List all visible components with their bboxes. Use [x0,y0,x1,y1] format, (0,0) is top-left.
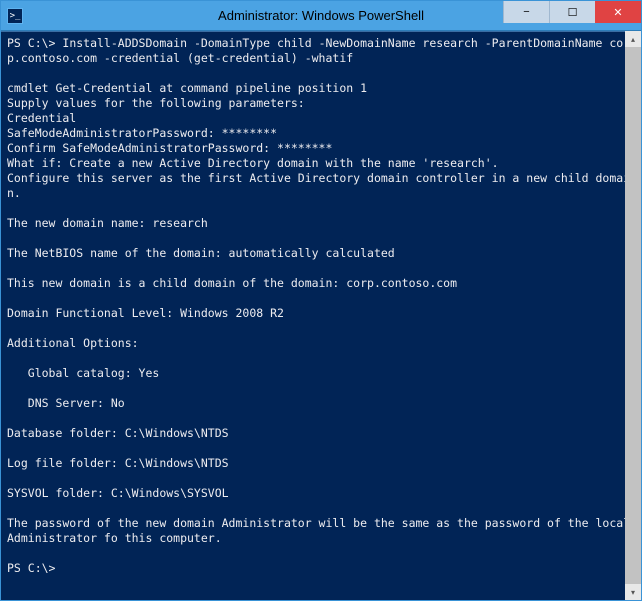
output-line: Domain Functional Level: Windows 2008 R2 [7,306,284,320]
prompt: PS C:\> [7,561,55,575]
output-line: Confirm SafeModeAdministratorPassword: *… [7,141,332,155]
output-line: cmdlet Get-Credential at command pipelin… [7,81,367,95]
output-line: The password of the new domain Administr… [7,516,637,545]
output-line: The NetBIOS name of the domain: automati… [7,246,395,260]
output-line: SafeModeAdministratorPassword: ******** [7,126,277,140]
output-line: The new domain name: research [7,216,208,230]
window-controls: − ☐ ✕ [503,1,641,23]
powershell-icon: >_ [7,8,23,24]
powershell-window: >_ Administrator: Windows PowerShell − ☐… [0,0,642,601]
ps-icon-glyph: >_ [10,11,21,21]
close-button[interactable]: ✕ [595,1,641,23]
maximize-icon: ☐ [568,6,578,19]
scrollbar-track[interactable] [625,47,641,584]
output-line: Additional Options: [7,336,139,350]
chevron-down-icon: ▾ [631,588,635,597]
prompt: PS C:\> [7,36,62,50]
terminal-area[interactable]: PS C:\> Install-ADDSDomain -DomainType c… [1,31,641,600]
output-line: Log file folder: C:\Windows\NTDS [7,456,229,470]
terminal-wrap: PS C:\> Install-ADDSDomain -DomainType c… [1,31,641,600]
vertical-scrollbar[interactable]: ▴ ▾ [625,31,641,600]
output-line: This new domain is a child domain of the… [7,276,457,290]
minimize-button[interactable]: − [503,1,549,23]
close-icon: ✕ [613,6,622,19]
command-text: Install-ADDSDomain -DomainType child -Ne… [7,36,630,65]
output-line: Global catalog: Yes [7,366,159,380]
chevron-up-icon: ▴ [631,35,635,44]
output-line: Supply values for the following paramete… [7,96,305,110]
minimize-icon: − [523,6,529,18]
output-line: What if: Create a new Active Directory d… [7,156,499,170]
titlebar[interactable]: >_ Administrator: Windows PowerShell − ☐… [1,1,641,31]
scroll-up-button[interactable]: ▴ [625,31,641,47]
output-line: Database folder: C:\Windows\NTDS [7,426,229,440]
terminal-output: PS C:\> Install-ADDSDomain -DomainType c… [7,36,637,591]
maximize-button[interactable]: ☐ [549,1,595,23]
scroll-down-button[interactable]: ▾ [625,584,641,600]
output-line: Credential [7,111,76,125]
output-line: SYSVOL folder: C:\Windows\SYSVOL [7,486,229,500]
output-line: Configure this server as the first Activ… [7,171,630,200]
scrollbar-thumb[interactable] [625,47,641,584]
output-line: DNS Server: No [7,396,125,410]
